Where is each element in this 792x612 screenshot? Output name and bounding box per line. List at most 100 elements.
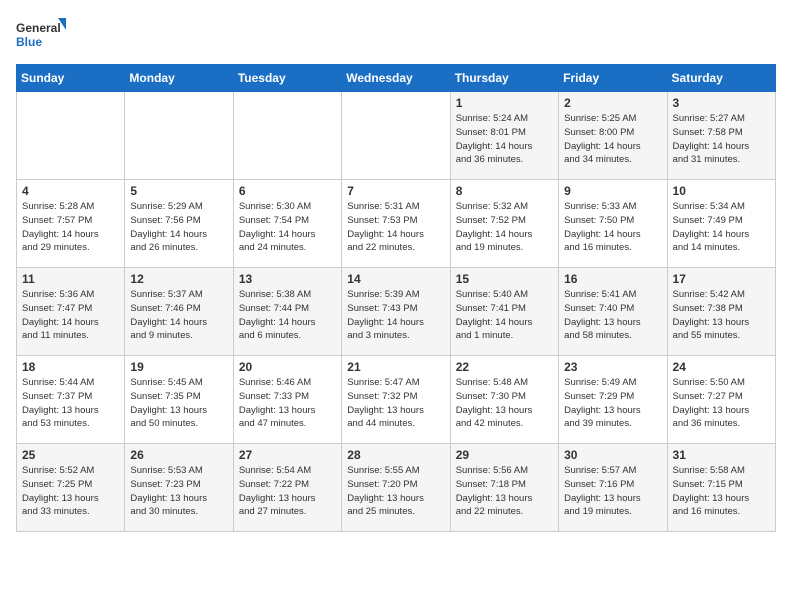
day-info: Sunrise: 5:30 AM Sunset: 7:54 PM Dayligh…	[239, 200, 336, 255]
calendar-cell: 28 Sunrise: 5:55 AM Sunset: 7:20 PM Dayli…	[342, 444, 450, 532]
day-number: 30	[564, 448, 661, 462]
calendar-cell: 26Sunrise: 5:53 AM Sunset: 7:23 PM Dayli…	[125, 444, 233, 532]
day-number: 19	[130, 360, 227, 374]
day-info: Sunrise: 5:29 AM Sunset: 7:56 PM Dayligh…	[130, 200, 227, 255]
header: General Blue	[16, 16, 776, 56]
header-sunday: Sunday	[17, 65, 125, 92]
calendar-cell: 31 Sunrise: 5:58 AM Sunset: 7:15 PM Dayli…	[667, 444, 775, 532]
header-saturday: Saturday	[667, 65, 775, 92]
day-info: Sunrise: 5:56 AM Sunset: 7:18 PM Dayligh…	[456, 464, 553, 519]
day-number: 16	[564, 272, 661, 286]
day-number: 25	[22, 448, 119, 462]
calendar-cell: 2Sunrise: 5:25 AM Sunset: 8:00 PM Daylig…	[559, 92, 667, 180]
header-tuesday: Tuesday	[233, 65, 341, 92]
logo-svg: General Blue	[16, 16, 66, 56]
week-row-2: 11 Sunrise: 5:36 AM Sunset: 7:47 PM Dayli…	[17, 268, 776, 356]
calendar-cell: 18 Sunrise: 5:44 AM Sunset: 7:37 PM Dayli…	[17, 356, 125, 444]
day-info: Sunrise: 5:28 AM Sunset: 7:57 PM Dayligh…	[22, 200, 119, 255]
day-number: 28	[347, 448, 444, 462]
day-number: 12	[130, 272, 227, 286]
calendar-cell: 30 Sunrise: 5:57 AM Sunset: 7:16 PM Dayli…	[559, 444, 667, 532]
calendar-cell: 3 Sunrise: 5:27 AM Sunset: 7:58 PM Daylig…	[667, 92, 775, 180]
calendar-cell: 20 Sunrise: 5:46 AM Sunset: 7:33 PM Dayli…	[233, 356, 341, 444]
calendar-cell: 29 Sunrise: 5:56 AM Sunset: 7:18 PM Dayli…	[450, 444, 558, 532]
day-info: Sunrise: 5:27 AM Sunset: 7:58 PM Dayligh…	[673, 112, 770, 167]
day-info: Sunrise: 5:41 AM Sunset: 7:40 PM Dayligh…	[564, 288, 661, 343]
svg-text:General: General	[16, 21, 61, 35]
week-row-1: 4 Sunrise: 5:28 AM Sunset: 7:57 PM Daylig…	[17, 180, 776, 268]
calendar-cell: 8Sunrise: 5:32 AM Sunset: 7:52 PM Daylig…	[450, 180, 558, 268]
day-info: Sunrise: 5:50 AM Sunset: 7:27 PM Dayligh…	[673, 376, 770, 431]
calendar-cell: 13 Sunrise: 5:38 AM Sunset: 7:44 PM Dayli…	[233, 268, 341, 356]
day-info: Sunrise: 5:58 AM Sunset: 7:15 PM Dayligh…	[673, 464, 770, 519]
calendar-cell	[125, 92, 233, 180]
day-info: Sunrise: 5:32 AM Sunset: 7:52 PM Dayligh…	[456, 200, 553, 255]
day-info: Sunrise: 5:47 AM Sunset: 7:32 PM Dayligh…	[347, 376, 444, 431]
day-info: Sunrise: 5:42 AM Sunset: 7:38 PM Dayligh…	[673, 288, 770, 343]
day-info: Sunrise: 5:57 AM Sunset: 7:16 PM Dayligh…	[564, 464, 661, 519]
calendar-cell: 17 Sunrise: 5:42 AM Sunset: 7:38 PM Dayli…	[667, 268, 775, 356]
header-wednesday: Wednesday	[342, 65, 450, 92]
day-number: 1	[456, 96, 553, 110]
day-number: 5	[130, 184, 227, 198]
calendar-cell: 23Sunrise: 5:49 AM Sunset: 7:29 PM Dayli…	[559, 356, 667, 444]
day-number: 3	[673, 96, 770, 110]
day-number: 11	[22, 272, 119, 286]
calendar-cell: 10Sunrise: 5:34 AM Sunset: 7:49 PM Dayli…	[667, 180, 775, 268]
calendar-cell: 11 Sunrise: 5:36 AM Sunset: 7:47 PM Dayli…	[17, 268, 125, 356]
day-info: Sunrise: 5:36 AM Sunset: 7:47 PM Dayligh…	[22, 288, 119, 343]
day-info: Sunrise: 5:39 AM Sunset: 7:43 PM Dayligh…	[347, 288, 444, 343]
day-info: Sunrise: 5:24 AM Sunset: 8:01 PM Dayligh…	[456, 112, 553, 167]
day-info: Sunrise: 5:31 AM Sunset: 7:53 PM Dayligh…	[347, 200, 444, 255]
day-info: Sunrise: 5:49 AM Sunset: 7:29 PM Dayligh…	[564, 376, 661, 431]
calendar-cell: 9 Sunrise: 5:33 AM Sunset: 7:50 PM Daylig…	[559, 180, 667, 268]
day-info: Sunrise: 5:53 AM Sunset: 7:23 PM Dayligh…	[130, 464, 227, 519]
day-info: Sunrise: 5:46 AM Sunset: 7:33 PM Dayligh…	[239, 376, 336, 431]
calendar-cell: 12 Sunrise: 5:37 AM Sunset: 7:46 PM Dayli…	[125, 268, 233, 356]
day-number: 10	[673, 184, 770, 198]
logo: General Blue	[16, 16, 66, 56]
calendar-cell: 16 Sunrise: 5:41 AM Sunset: 7:40 PM Dayli…	[559, 268, 667, 356]
day-number: 15	[456, 272, 553, 286]
day-info: Sunrise: 5:48 AM Sunset: 7:30 PM Dayligh…	[456, 376, 553, 431]
day-number: 24	[673, 360, 770, 374]
calendar-cell	[233, 92, 341, 180]
calendar-cell: 4 Sunrise: 5:28 AM Sunset: 7:57 PM Daylig…	[17, 180, 125, 268]
calendar-cell: 5 Sunrise: 5:29 AM Sunset: 7:56 PM Daylig…	[125, 180, 233, 268]
day-number: 20	[239, 360, 336, 374]
day-number: 9	[564, 184, 661, 198]
day-number: 31	[673, 448, 770, 462]
day-info: Sunrise: 5:44 AM Sunset: 7:37 PM Dayligh…	[22, 376, 119, 431]
day-number: 17	[673, 272, 770, 286]
day-number: 29	[456, 448, 553, 462]
calendar-cell: 27Sunrise: 5:54 AM Sunset: 7:22 PM Dayli…	[233, 444, 341, 532]
calendar-cell: 25Sunrise: 5:52 AM Sunset: 7:25 PM Dayli…	[17, 444, 125, 532]
calendar-cell: 15Sunrise: 5:40 AM Sunset: 7:41 PM Dayli…	[450, 268, 558, 356]
day-info: Sunrise: 5:38 AM Sunset: 7:44 PM Dayligh…	[239, 288, 336, 343]
header-thursday: Thursday	[450, 65, 558, 92]
calendar-cell: 19Sunrise: 5:45 AM Sunset: 7:35 PM Dayli…	[125, 356, 233, 444]
day-number: 14	[347, 272, 444, 286]
calendar-cell: 6 Sunrise: 5:30 AM Sunset: 7:54 PM Daylig…	[233, 180, 341, 268]
day-number: 13	[239, 272, 336, 286]
calendar-table: SundayMondayTuesdayWednesdayThursdayFrid…	[16, 64, 776, 532]
day-info: Sunrise: 5:55 AM Sunset: 7:20 PM Dayligh…	[347, 464, 444, 519]
calendar-cell: 22Sunrise: 5:48 AM Sunset: 7:30 PM Dayli…	[450, 356, 558, 444]
day-number: 18	[22, 360, 119, 374]
calendar-cell: 21 Sunrise: 5:47 AM Sunset: 7:32 PM Dayli…	[342, 356, 450, 444]
day-number: 21	[347, 360, 444, 374]
day-number: 27	[239, 448, 336, 462]
calendar-cell	[17, 92, 125, 180]
calendar-cell: 1 Sunrise: 5:24 AM Sunset: 8:01 PM Daylig…	[450, 92, 558, 180]
day-info: Sunrise: 5:33 AM Sunset: 7:50 PM Dayligh…	[564, 200, 661, 255]
day-number: 4	[22, 184, 119, 198]
day-info: Sunrise: 5:37 AM Sunset: 7:46 PM Dayligh…	[130, 288, 227, 343]
calendar-header-row: SundayMondayTuesdayWednesdayThursdayFrid…	[17, 65, 776, 92]
week-row-4: 25Sunrise: 5:52 AM Sunset: 7:25 PM Dayli…	[17, 444, 776, 532]
day-number: 6	[239, 184, 336, 198]
header-friday: Friday	[559, 65, 667, 92]
calendar-cell: 7Sunrise: 5:31 AM Sunset: 7:53 PM Daylig…	[342, 180, 450, 268]
calendar-cell: 24 Sunrise: 5:50 AM Sunset: 7:27 PM Dayli…	[667, 356, 775, 444]
calendar-cell: 14 Sunrise: 5:39 AM Sunset: 7:43 PM Dayli…	[342, 268, 450, 356]
calendar-cell	[342, 92, 450, 180]
